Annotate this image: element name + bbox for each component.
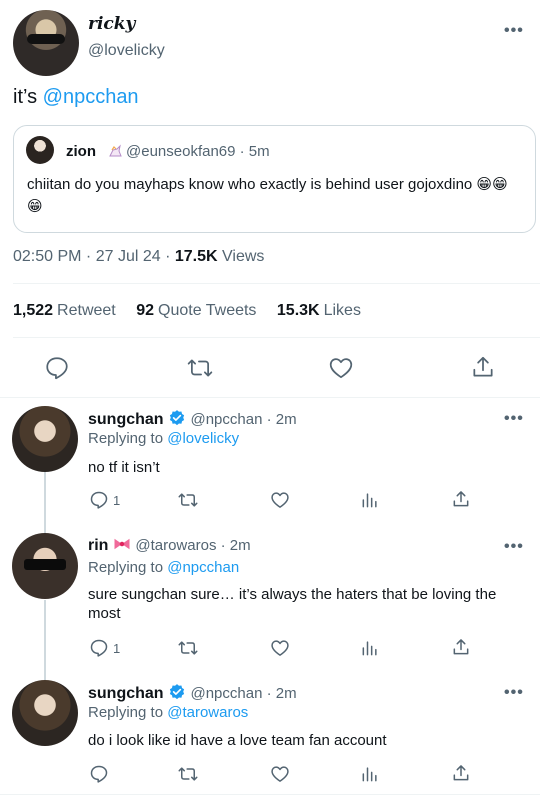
- share-icon[interactable]: [451, 637, 471, 657]
- reply-icon[interactable]: [44, 355, 70, 381]
- divider: [0, 397, 540, 398]
- share-icon[interactable]: [451, 489, 471, 509]
- tweet-timestamp: 02:50 PM · 27 Jul 24 · 17.5K Views: [13, 248, 264, 266]
- verified-badge-icon: [169, 410, 185, 426]
- username[interactable]: @npcchan · 2m: [190, 411, 296, 428]
- views-count: 17.5K: [174, 248, 218, 265]
- views-label: Views: [217, 248, 265, 265]
- username[interactable]: @tarowaros · 2m: [135, 537, 250, 554]
- quote-text: chiitan do you mayhaps know who exactly …: [27, 176, 508, 215]
- reply-header: sungchan @npcchan · 2m: [88, 409, 297, 429]
- more-options-icon[interactable]: •••: [504, 684, 524, 702]
- display-name[interactable]: ricky: [88, 14, 135, 34]
- reply-text: do i look like id have a love team fan a…: [88, 732, 387, 749]
- analytics-icon[interactable]: [360, 490, 380, 510]
- analytics-icon[interactable]: [360, 764, 380, 784]
- divider: [13, 337, 540, 338]
- tweet-text: it’s @npcchan: [13, 86, 139, 109]
- replying-to: Replying to @lovelicky: [88, 430, 240, 447]
- share-icon[interactable]: [451, 763, 471, 783]
- thread-line: [44, 600, 46, 680]
- display-name[interactable]: rin: [88, 537, 108, 554]
- thread-line: [44, 472, 46, 534]
- username[interactable]: @lovelicky: [88, 42, 165, 60]
- bow-emoji-icon: [114, 538, 130, 550]
- retweet-icon[interactable]: [177, 490, 199, 510]
- display-name[interactable]: sungchan: [88, 411, 164, 428]
- reply-text: no tf it isn’t: [88, 459, 160, 476]
- retweet-icon[interactable]: [186, 355, 214, 381]
- divider: [0, 794, 540, 795]
- more-options-icon[interactable]: •••: [504, 410, 524, 428]
- unicorn-emoji-icon: [109, 144, 122, 157]
- like-icon[interactable]: [270, 638, 290, 658]
- tweet-text-body: it’s: [13, 86, 43, 108]
- quotes-stat[interactable]: 92 Quote Tweets: [136, 302, 256, 319]
- avatar[interactable]: [12, 533, 78, 599]
- reply-icon[interactable]: [89, 490, 109, 510]
- tweet-stats: 1,522 Retweet 92 Quote Tweets 15.3K Likes: [13, 302, 377, 320]
- more-options-icon[interactable]: •••: [504, 22, 524, 40]
- share-icon[interactable]: [470, 354, 496, 380]
- analytics-icon[interactable]: [360, 638, 380, 658]
- mention-link[interactable]: @npcchan: [43, 86, 139, 108]
- retweets-stat[interactable]: 1,522 Retweet: [13, 302, 116, 319]
- reply-text: sure sungchan sure… it’s always the hate…: [88, 586, 497, 622]
- avatar[interactable]: [13, 10, 79, 76]
- reply-header: rin @tarowaros · 2m: [88, 537, 251, 555]
- mention-link[interactable]: @lovelicky: [167, 430, 239, 447]
- likes-stat[interactable]: 15.3K Likes: [277, 302, 361, 319]
- reply-count: 1: [113, 493, 121, 508]
- reply-icon[interactable]: [89, 638, 109, 658]
- username[interactable]: @npcchan · 2m: [190, 685, 296, 702]
- like-icon[interactable]: [270, 764, 290, 784]
- mention-link[interactable]: @tarowaros: [167, 704, 248, 721]
- retweet-icon[interactable]: [177, 764, 199, 784]
- reply-count: 1: [113, 641, 121, 656]
- mention-link[interactable]: @npcchan: [167, 559, 239, 576]
- quote-display-name: zion: [66, 143, 96, 160]
- more-options-icon[interactable]: •••: [504, 538, 524, 556]
- like-icon[interactable]: [328, 355, 354, 381]
- avatar[interactable]: [12, 406, 78, 472]
- like-icon[interactable]: [270, 490, 290, 510]
- display-name[interactable]: sungchan: [88, 685, 164, 702]
- quoted-tweet[interactable]: zion @eunseokfan69 · 5m chiitan do you m…: [13, 125, 536, 233]
- replying-to: Replying to @npcchan: [88, 559, 240, 576]
- quote-meta: @eunseokfan69 · 5m: [126, 143, 270, 160]
- replying-to: Replying to @tarowaros: [88, 704, 249, 721]
- verified-badge-icon: [169, 684, 185, 700]
- quote-avatar: [26, 136, 54, 164]
- reply-header: sungchan @npcchan · 2m: [88, 683, 297, 703]
- retweet-icon[interactable]: [177, 638, 199, 658]
- avatar[interactable]: [12, 680, 78, 746]
- divider: [13, 283, 540, 284]
- timestamp-text: 02:50 PM · 27 Jul 24 ·: [13, 248, 175, 265]
- reply-icon[interactable]: [89, 764, 109, 784]
